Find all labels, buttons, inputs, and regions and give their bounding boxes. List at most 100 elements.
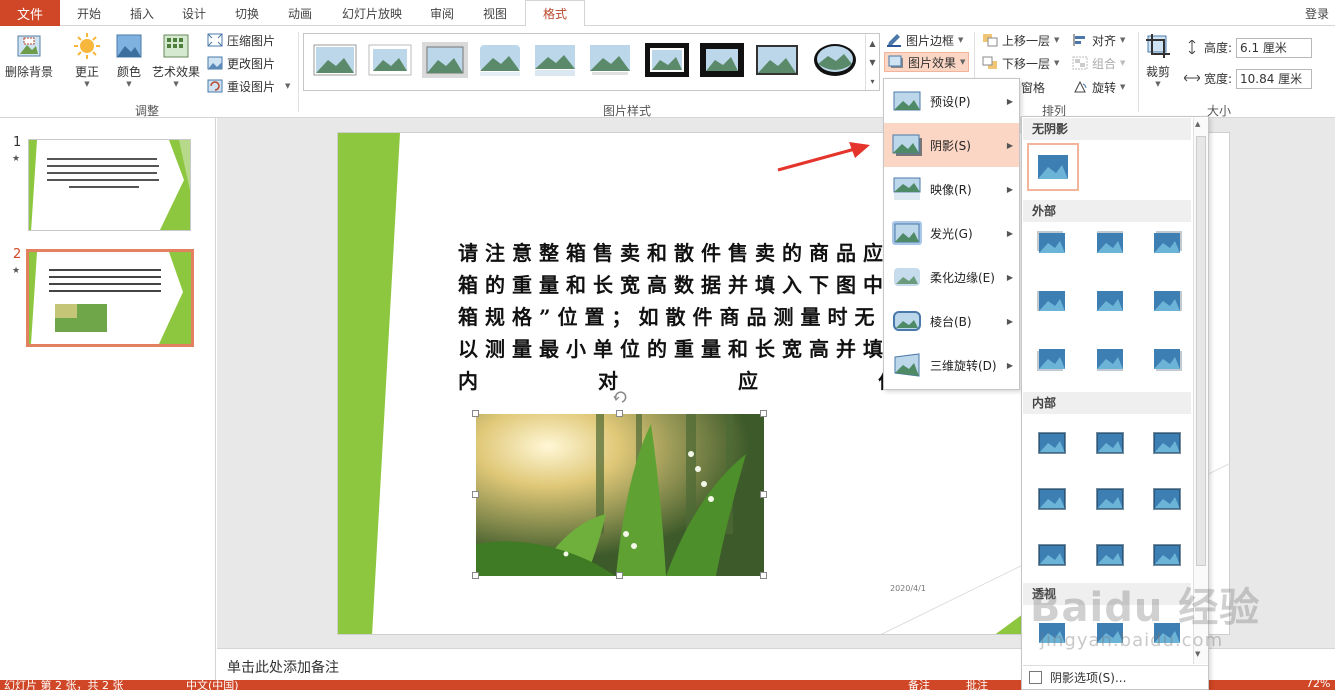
bring-forward-button[interactable]: 上移一层 ▼ xyxy=(982,30,1059,50)
style-thumb[interactable] xyxy=(532,42,578,78)
tab-home[interactable]: 开始 xyxy=(70,0,108,26)
outer-shadow-option[interactable] xyxy=(1036,287,1068,315)
send-backward-button[interactable]: 下移一层 ▼ xyxy=(982,53,1059,73)
menu-item-preset[interactable]: 预设(P) ▶ xyxy=(884,79,1019,123)
tab-design[interactable]: 设计 xyxy=(175,0,213,26)
picture-border-button[interactable]: 图片边框 ▼ xyxy=(886,30,963,50)
width-input[interactable]: 10.84 厘米 xyxy=(1236,69,1312,89)
login-link[interactable]: 登录 xyxy=(1305,5,1329,22)
style-thumb[interactable] xyxy=(367,42,413,78)
style-thumb[interactable] xyxy=(754,42,800,78)
no-shadow-option[interactable] xyxy=(1027,143,1079,191)
style-thumb[interactable] xyxy=(422,42,468,78)
reset-picture-button[interactable]: 重设图片 ▼ xyxy=(207,76,290,96)
style-thumb[interactable] xyxy=(699,42,745,78)
rotate-label: 旋转 xyxy=(1092,80,1117,95)
corrections-button[interactable]: 更正 ▼ xyxy=(73,32,101,88)
slide-body-line-last[interactable]: 内 对 应 位 xyxy=(458,365,898,394)
menu-item-shadow[interactable]: 阴影(S) ▶ xyxy=(884,123,1019,167)
shadow-preview-icon xyxy=(1153,488,1181,510)
inner-shadow-option[interactable] xyxy=(1036,429,1068,457)
menu-item-reflection[interactable]: 映像(R) ▶ xyxy=(884,167,1019,211)
tab-transitions[interactable]: 切换 xyxy=(228,0,266,26)
notes-status-button[interactable]: 备注 xyxy=(908,680,930,690)
remove-background-button[interactable]: 删除背景 xyxy=(5,32,53,80)
menu-item-soft-edges[interactable]: 柔化边缘(E) ▶ xyxy=(884,255,1019,299)
compress-pictures-button[interactable]: 压缩图片 xyxy=(207,30,275,50)
picture-effects-button[interactable]: 图片效果 ▼ xyxy=(884,52,970,72)
style-thumb[interactable] xyxy=(587,42,633,78)
resize-handle[interactable] xyxy=(616,410,623,417)
slide-body-line[interactable]: 以测量最小单位的重量和长宽高并填 xyxy=(458,333,890,362)
outer-shadow-option[interactable] xyxy=(1094,287,1126,315)
menu-item-3d-rotation[interactable]: 三维旋转(D) ▶ xyxy=(884,343,1019,387)
rotate-handle-icon[interactable] xyxy=(613,390,627,404)
outer-shadow-option[interactable] xyxy=(1094,345,1126,373)
resize-handle[interactable] xyxy=(472,410,479,417)
dropdown-arrow-icon: ▼ xyxy=(126,80,132,88)
color-button[interactable]: 颜色 ▼ xyxy=(115,32,143,88)
outer-shadow-option[interactable] xyxy=(1151,229,1183,257)
group-objects-button[interactable]: 组合 ▼ xyxy=(1072,53,1125,73)
outer-shadow-option[interactable] xyxy=(1036,345,1068,373)
rotate-button[interactable]: 旋转 ▼ xyxy=(1072,77,1125,97)
selected-picture[interactable] xyxy=(472,391,767,579)
inner-shadow-option[interactable] xyxy=(1151,429,1183,457)
artistic-effects-icon xyxy=(163,34,189,58)
tab-review[interactable]: 审阅 xyxy=(423,0,461,26)
scroll-down-icon[interactable]: ▼ xyxy=(1195,650,1200,658)
zoom-level[interactable]: 72% xyxy=(1306,680,1330,690)
tab-animations[interactable]: 动画 xyxy=(281,0,319,26)
menu-item-glow[interactable]: 发光(G) ▶ xyxy=(884,211,1019,255)
inner-shadow-option[interactable] xyxy=(1036,485,1068,513)
outer-shadow-option[interactable] xyxy=(1151,287,1183,315)
tab-format[interactable]: 格式 xyxy=(525,0,585,27)
outer-shadow-option[interactable] xyxy=(1094,229,1126,257)
resize-handle[interactable] xyxy=(760,491,767,498)
artistic-effects-button[interactable]: 艺术效果 ▼ xyxy=(152,32,200,88)
selection-pane-button[interactable]: 窗格 xyxy=(1021,77,1045,97)
align-button[interactable]: 对齐 ▼ xyxy=(1072,30,1125,50)
style-thumb[interactable] xyxy=(644,42,690,78)
style-thumb[interactable] xyxy=(812,42,858,78)
outer-shadow-option[interactable] xyxy=(1151,345,1183,373)
slide-thumbnail-2[interactable] xyxy=(26,249,194,347)
gallery-scroll-down-icon[interactable]: ▼ xyxy=(865,53,879,72)
comments-status-button[interactable]: 批注 xyxy=(966,680,988,690)
slide-thumbnail-1[interactable] xyxy=(28,139,191,231)
resize-handle[interactable] xyxy=(760,410,767,417)
tab-insert[interactable]: 插入 xyxy=(123,0,161,26)
slide-body-line[interactable]: 箱的重量和长宽高数据并填入下图中 xyxy=(458,269,890,298)
style-thumb[interactable] xyxy=(477,42,523,78)
slide-body-line[interactable]: 箱规格”位置；如散件商品测量时无 xyxy=(458,301,882,330)
resize-handle[interactable] xyxy=(616,572,623,579)
shadow-preview-icon xyxy=(1097,231,1123,253)
change-picture-button[interactable]: 更改图片 xyxy=(207,53,275,73)
align-label: 对齐 xyxy=(1092,33,1117,48)
menu-item-bevel[interactable]: 棱台(B) ▶ xyxy=(884,299,1019,343)
scrollbar-thumb[interactable] xyxy=(1196,136,1206,566)
height-input[interactable]: 6.1 厘米 xyxy=(1236,38,1312,58)
inner-shadow-option[interactable] xyxy=(1151,541,1183,569)
gallery-scroll-up-icon[interactable]: ▲ xyxy=(865,34,879,53)
tab-slideshow[interactable]: 幻灯片放映 xyxy=(335,0,409,26)
style-thumb[interactable] xyxy=(312,42,358,78)
tab-view[interactable]: 视图 xyxy=(476,0,514,26)
slide-body-line[interactable]: 请注意整箱售卖和散件售卖的商品应 xyxy=(458,237,890,266)
ribbon-tab-bar: 文件 开始 插入 设计 切换 动画 幻灯片放映 审阅 视图 格式 登录 xyxy=(0,0,1335,27)
outer-shadow-option[interactable] xyxy=(1036,229,1068,257)
gallery-more-icon[interactable]: ▾ xyxy=(865,72,879,90)
resize-handle[interactable] xyxy=(760,572,767,579)
inner-shadow-option[interactable] xyxy=(1036,541,1068,569)
shadow-options-item[interactable]: 阴影选项(S)... xyxy=(1023,665,1208,689)
inner-shadow-option[interactable] xyxy=(1094,429,1126,457)
crop-button[interactable]: 裁剪 ▼ xyxy=(1144,32,1172,88)
resize-handle[interactable] xyxy=(472,491,479,498)
inner-shadow-option[interactable] xyxy=(1151,485,1183,513)
inner-shadow-option[interactable] xyxy=(1094,485,1126,513)
shadow-effect-icon xyxy=(892,134,922,156)
tab-file[interactable]: 文件 xyxy=(0,0,60,26)
inner-shadow-option[interactable] xyxy=(1094,541,1126,569)
resize-handle[interactable] xyxy=(472,572,479,579)
scroll-up-icon[interactable]: ▲ xyxy=(1195,120,1200,128)
